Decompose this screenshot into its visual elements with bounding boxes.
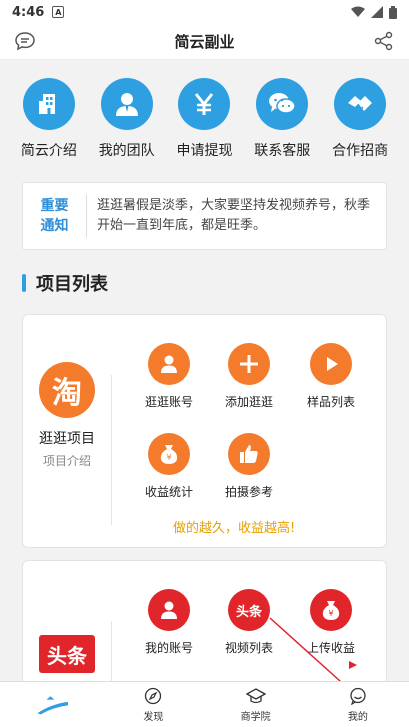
grid-item-samples[interactable]: 样品列表 [291,343,371,410]
user-icon [148,589,190,631]
grid-item-upload-earnings[interactable]: ¥ 上传收益 [291,589,371,656]
menu-item-label: 我的团队 [98,143,155,159]
menu-item-label: 简云介绍 [20,143,77,159]
grid-item-label: 上传收益 [306,641,355,655]
share-icon[interactable] [373,30,395,56]
project-card-guangguang: 淘 逛逛项目 项目介绍 逛逛账号 添加逛逛 样品列表 ¥ 收益统计 拍摄参考 做… [22,314,387,548]
section-header: 项目列表 [22,270,108,296]
grid-item-label: 拍摄参考 [224,485,273,499]
menu-item-withdraw[interactable]: 申请提现 [166,60,244,172]
tab-mine[interactable]: 我的 [307,682,409,727]
plus-icon [228,343,270,385]
handshake-icon [334,78,387,130]
menu-item-label: 合作招商 [332,143,389,159]
menu-item-support[interactable]: 联系客服 [243,60,321,172]
grid-item-label: 逛逛账号 [144,395,193,409]
chat-face-icon [350,687,366,705]
toutiao-icon-text: 头条 [235,604,262,620]
message-icon[interactable] [14,30,36,56]
grid-item-earnings[interactable]: ¥ 收益统计 [129,433,209,500]
tab-label: 发现 [143,711,164,723]
tab-business-school[interactable]: 商学院 [205,682,307,727]
menu-item-intro[interactable]: 简云介绍 [10,60,88,172]
toutiao-icon: 头条 [228,589,270,631]
triangle-marker-icon [349,661,357,669]
tab-label: 我的 [347,711,368,723]
menu-item-label: 申请提现 [176,143,233,159]
grid-item-account[interactable]: 逛逛账号 [129,343,209,410]
money-bag-icon: ¥ [310,589,352,631]
notice-tag: 重要 通知 [23,194,87,238]
project-summary[interactable]: 淘 逛逛项目 项目介绍 [23,315,111,515]
tab-home[interactable] [0,682,102,727]
section-accent-bar [22,274,26,292]
status-bar: 4:46 A [0,0,409,24]
grid-item-my-account[interactable]: 我的账号 [129,589,209,656]
important-notice[interactable]: 重要 通知 逛逛暑假是淡季，大家要坚持发视频养号，秋季开始一直到年底，都是旺季。 [22,182,387,250]
home-swoosh-icon [37,696,69,715]
menu-item-label: 联系客服 [254,143,311,159]
money-bag-icon: ¥ [148,433,190,475]
tab-discover[interactable]: 发现 [102,682,204,727]
toutiao-logo-icon[interactable]: 头条 [39,635,95,673]
title-bar: 简云副业 [0,24,409,60]
menu-item-team[interactable]: 我的团队 [88,60,166,172]
card-divider [111,621,112,684]
notice-text: 逛逛暑假是淡季，大家要坚持发视频养号，秋季开始一直到年底，都是旺季。 [97,198,371,233]
project-intro-link[interactable]: 项目介绍 [43,452,91,469]
wechat-icon [256,78,309,130]
battery-icon [389,5,397,19]
person-icon [100,78,153,130]
yen-icon [178,78,231,130]
section-title: 项目列表 [36,274,108,295]
user-icon [148,343,190,385]
compass-icon [145,687,162,704]
bottom-tab-bar: 发现 商学院 我的 [0,681,409,727]
status-time: 4:46 [12,4,45,20]
thumbs-up-icon [228,433,270,475]
notification-icon: A [52,6,65,18]
project-name: 逛逛项目 [39,430,95,447]
graduation-cap-icon [245,687,266,703]
page-title: 简云副业 [174,33,235,51]
menu-item-partnership[interactable]: 合作招商 [321,60,399,172]
project-card-toutiao: 头条 我的账号 头条 视频列表 ¥ 上传收益 [22,560,387,685]
wifi-icon [351,6,365,17]
grid-item-label: 样品列表 [306,395,355,409]
grid-item-label: 视频列表 [224,641,273,655]
grid-item-label: 我的账号 [144,641,193,655]
signal-icon [371,6,383,18]
grid-item-video-list[interactable]: 头条 视频列表 [209,589,289,656]
card-divider [111,375,112,525]
play-icon [310,343,352,385]
svg-text:¥: ¥ [328,609,333,618]
slogan-text: 做的越久，收益越高! [173,521,296,536]
grid-item-label: 收益统计 [144,485,193,499]
grid-item-label: 添加逛逛 [224,395,273,409]
quick-menu: 简云介绍 我的团队 申请提现 联系客服 合作招商 [0,60,409,172]
tab-label: 商学院 [240,711,271,723]
notice-tag-line2: 通知 [40,218,69,234]
taobao-logo-icon: 淘 [39,361,95,418]
status-icons [351,5,397,19]
notice-tag-line1: 重要 [40,198,69,214]
grid-item-add[interactable]: 添加逛逛 [209,343,289,410]
building-icon [22,78,75,130]
grid-item-reference[interactable]: 拍摄参考 [209,433,289,500]
svg-text:¥: ¥ [166,453,171,462]
